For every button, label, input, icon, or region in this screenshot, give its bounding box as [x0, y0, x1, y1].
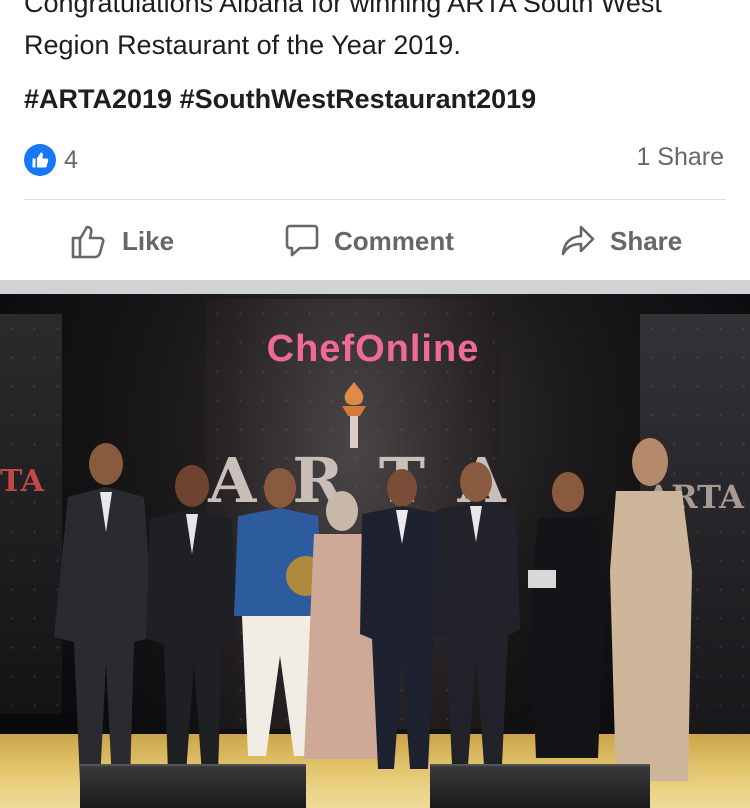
like-label: Like — [122, 225, 175, 256]
stage-speaker-left — [80, 764, 306, 808]
share-label: Share — [610, 225, 683, 256]
side-logo-left: TA — [0, 464, 44, 499]
torch-trophy-icon — [342, 382, 366, 448]
brand-logo-text: ChefOnline — [266, 328, 480, 370]
person-8 — [610, 438, 692, 781]
post-text: Congratulations Albana for winning ARTA … — [24, 0, 734, 66]
post-text-line-2: Region Restaurant of the Year 2019. — [24, 30, 461, 60]
person-6 — [434, 462, 520, 765]
comment-label: Comment — [334, 225, 454, 256]
like-button[interactable]: Like — [70, 210, 174, 272]
post-hashtags[interactable]: #ARTA2019 #SouthWestRestaurant2019 — [24, 79, 536, 119]
share-button[interactable]: Share — [560, 210, 682, 272]
comment-button[interactable]: Comment — [284, 210, 454, 272]
action-bar: Like Comment Share — [0, 210, 750, 272]
thumbs-up-outline-icon — [71, 225, 105, 259]
brand-logo: ChefOnline — [0, 328, 750, 371]
post-card: Congratulations Albana for winning ARTA … — [0, 0, 750, 280]
reaction-summary[interactable]: 4 — [24, 142, 78, 178]
speech-bubble-icon — [285, 224, 319, 257]
share-arrow-icon — [561, 225, 595, 256]
share-count[interactable]: 1 Share — [636, 143, 724, 172]
divider — [24, 199, 726, 200]
reaction-count: 4 — [64, 145, 78, 174]
person-2 — [146, 465, 238, 774]
post-photo[interactable]: ChefOnline ARTA TA ARTA — [0, 294, 750, 808]
post-separator — [0, 280, 750, 294]
thumbs-up-icon — [24, 144, 56, 176]
stage-speaker-right — [430, 764, 650, 808]
person-7 — [528, 472, 604, 758]
post-text-line-1: Congratulations Albana for winning ARTA … — [24, 0, 662, 18]
